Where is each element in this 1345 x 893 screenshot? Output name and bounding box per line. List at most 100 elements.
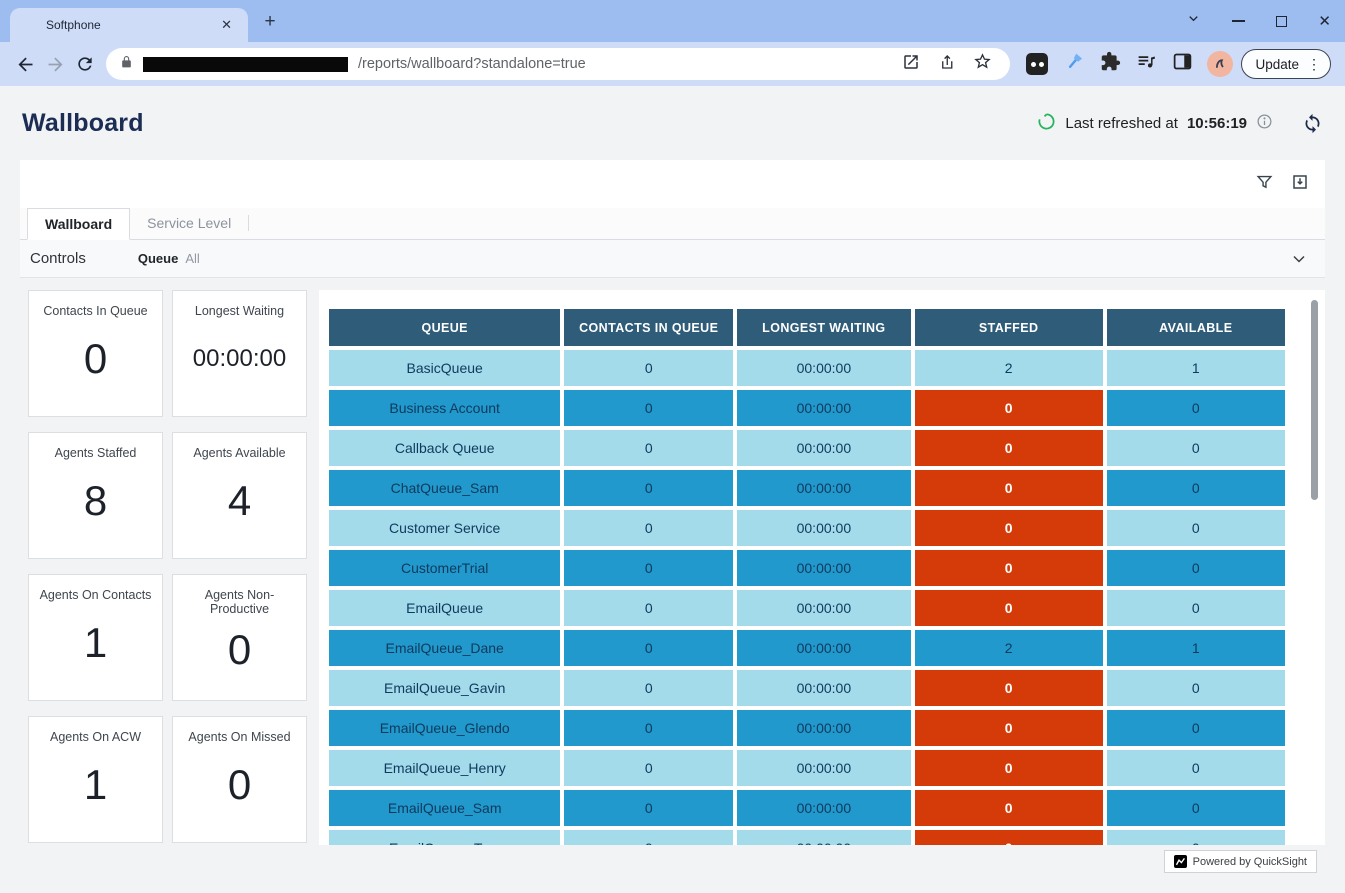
url-redacted-block <box>143 57 348 72</box>
queue-table: QUEUECONTACTS IN QUEUELONGEST WAITINGSTA… <box>325 305 1289 845</box>
browser-tab-strip: Softphone ✕ + ✕ <box>0 0 1345 42</box>
cell-longest-waiting: 00:00:00 <box>737 630 911 666</box>
browser-tab-softphone[interactable]: Softphone ✕ <box>10 8 248 42</box>
tab-divider <box>248 215 249 231</box>
browser-toolbar: /reports/wallboard?standalone=true <box>0 42 1345 86</box>
extension-icons <box>1016 51 1203 78</box>
cell-available: 1 <box>1107 630 1285 666</box>
url-bar[interactable]: /reports/wallboard?standalone=true <box>106 48 1010 80</box>
side-panel-icon[interactable] <box>1172 51 1193 77</box>
cell-available: 0 <box>1107 710 1285 746</box>
table-row-business-account: Business Account000:00:0000 <box>329 390 1285 426</box>
cell-contacts-in-queue: 0 <box>564 590 733 626</box>
table-row-callback-queue: Callback Queue000:00:0000 <box>329 430 1285 466</box>
table-scrollbar[interactable] <box>1311 300 1318 500</box>
quicksight-badge[interactable]: Powered by QuickSight <box>1164 850 1317 873</box>
cell-contacts-in-queue: 0 <box>564 470 733 506</box>
cell-queue: EmailQueue_Henry <box>329 750 560 786</box>
column-header-longest-waiting[interactable]: LONGEST WAITING <box>737 309 911 346</box>
extension-dots-icon[interactable] <box>1026 53 1048 75</box>
kpi-label: Agents Non-Productive <box>173 588 306 616</box>
cell-queue: ChatQueue_Sam <box>329 470 560 506</box>
queue-filter-value[interactable]: All <box>185 251 199 266</box>
extension-axe-icon[interactable] <box>1063 51 1085 78</box>
cell-available: 0 <box>1107 790 1285 826</box>
kpi-label: Agents Staffed <box>52 446 140 460</box>
kpi-card-agents-non-productive: Agents Non-Productive0 <box>172 574 307 701</box>
export-icon[interactable] <box>1291 173 1309 196</box>
kpi-card-longest-waiting: Longest Waiting00:00:00 <box>172 290 307 417</box>
media-queue-icon[interactable] <box>1136 51 1157 77</box>
kpi-value: 0 <box>84 318 107 416</box>
cell-longest-waiting: 00:00:00 <box>737 550 911 586</box>
cell-staffed: 0 <box>915 430 1103 466</box>
cell-available: 1 <box>1107 350 1285 386</box>
window-controls: ✕ <box>1186 0 1331 42</box>
update-button[interactable]: Update ⋮ <box>1241 49 1331 79</box>
cell-longest-waiting: 00:00:00 <box>737 830 911 845</box>
cell-contacts-in-queue: 0 <box>564 630 733 666</box>
page-title: Wallboard <box>22 109 144 138</box>
last-refreshed: Last refreshed at 10:56:19 <box>1037 112 1323 135</box>
cell-contacts-in-queue: 0 <box>564 790 733 826</box>
cell-staffed: 0 <box>915 670 1103 706</box>
cell-longest-waiting: 00:00:00 <box>737 430 911 466</box>
forward-icon[interactable] <box>40 49 70 79</box>
browser-menu-icon[interactable]: ⋮ <box>1307 56 1321 73</box>
sheet-tab-bar: Wallboard Service Level <box>20 208 1325 240</box>
refresh-icon[interactable] <box>1302 113 1323 134</box>
tab-wallboard-label: Wallboard <box>45 216 112 232</box>
window-close-icon[interactable]: ✕ <box>1318 12 1331 30</box>
chevron-down-icon[interactable] <box>1186 11 1201 31</box>
column-header-staffed[interactable]: STAFFED <box>915 309 1103 346</box>
controls-collapse-chevron-icon[interactable] <box>1289 249 1309 269</box>
bookmark-star-icon[interactable] <box>973 52 992 76</box>
maximize-icon[interactable] <box>1276 16 1287 27</box>
cell-longest-waiting: 00:00:00 <box>737 670 911 706</box>
profile-avatar[interactable] <box>1207 51 1233 77</box>
url-actions <box>902 52 1004 76</box>
cell-longest-waiting: 00:00:00 <box>737 510 911 546</box>
filter-icon[interactable] <box>1256 173 1273 196</box>
page-header: Wallboard Last refreshed at 10:56:19 <box>0 86 1345 160</box>
share-icon[interactable] <box>937 53 956 76</box>
kpi-grid: Contacts In Queue0Longest Waiting00:00:0… <box>28 290 307 845</box>
tab-service-level[interactable]: Service Level <box>130 207 248 239</box>
tab-close-icon[interactable]: ✕ <box>221 17 232 33</box>
column-header-contacts-in-queue[interactable]: CONTACTS IN QUEUE <box>564 309 733 346</box>
cell-staffed: 0 <box>915 550 1103 586</box>
wallboard-page: Wallboard Last refreshed at 10:56:19 <box>0 86 1345 893</box>
info-icon[interactable] <box>1256 113 1273 134</box>
kpi-card-agents-on-missed: Agents On Missed0 <box>172 716 307 843</box>
cell-staffed: 0 <box>915 790 1103 826</box>
table-row-emailqueue-glendo: EmailQueue_Glendo000:00:0000 <box>329 710 1285 746</box>
cell-queue: BasicQueue <box>329 350 560 386</box>
new-tab-button[interactable]: + <box>260 12 280 32</box>
back-icon[interactable] <box>10 49 40 79</box>
kpi-value: 0 <box>228 616 251 700</box>
browser-tab-title: Softphone <box>46 18 101 32</box>
cell-staffed: 0 <box>915 390 1103 426</box>
cell-longest-waiting: 00:00:00 <box>737 790 911 826</box>
queue-table-head: QUEUECONTACTS IN QUEUELONGEST WAITINGSTA… <box>329 309 1285 346</box>
tab-wallboard[interactable]: Wallboard <box>27 208 130 240</box>
cell-queue: EmailQueue_Gavin <box>329 670 560 706</box>
kpi-label: Agents Available <box>190 446 288 460</box>
open-in-new-icon[interactable] <box>902 53 920 76</box>
cell-staffed: 0 <box>915 830 1103 845</box>
kpi-label: Agents On ACW <box>47 730 144 744</box>
cell-contacts-in-queue: 0 <box>564 430 733 466</box>
extensions-puzzle-icon[interactable] <box>1100 51 1121 77</box>
cell-queue: Callback Queue <box>329 430 560 466</box>
cell-available: 0 <box>1107 750 1285 786</box>
cell-longest-waiting: 00:00:00 <box>737 590 911 626</box>
column-header-queue[interactable]: QUEUE <box>329 309 560 346</box>
reload-icon[interactable] <box>70 49 100 79</box>
minimize-icon[interactable] <box>1232 20 1245 22</box>
cell-queue: EmailQueue <box>329 590 560 626</box>
column-header-available[interactable]: AVAILABLE <box>1107 309 1285 346</box>
table-row-emailqueue-sam: EmailQueue_Sam000:00:0000 <box>329 790 1285 826</box>
cell-longest-waiting: 00:00:00 <box>737 470 911 506</box>
kpi-label: Agents On Contacts <box>37 588 155 602</box>
cell-available: 0 <box>1107 430 1285 466</box>
